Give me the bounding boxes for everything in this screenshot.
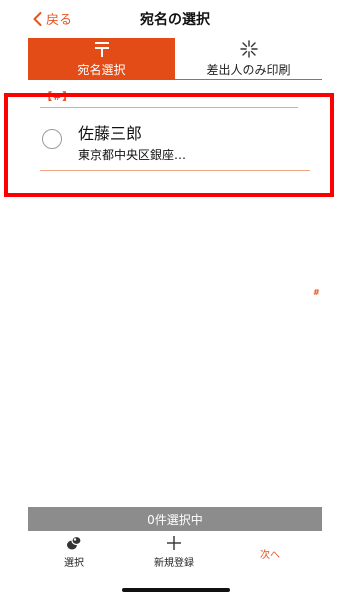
- recipient-name: 佐藤三郎: [78, 124, 143, 143]
- next-button[interactable]: 次へ: [260, 546, 280, 561]
- selection-count-bar: 0件選択中: [28, 507, 322, 531]
- section-index-label: 【#】: [42, 92, 74, 103]
- tab-bar: 宛名選択 差出人のみ印刷: [28, 38, 322, 80]
- select-icon: [65, 534, 83, 552]
- navigation-bar: 戻る 宛名の選択: [0, 0, 350, 38]
- plus-icon: [166, 534, 182, 552]
- bottom-toolbar: 選択 新規登録 次へ: [28, 532, 322, 572]
- tab-sender-only-print[interactable]: 差出人のみ印刷: [175, 38, 322, 80]
- sparkle-icon: [239, 39, 259, 58]
- new-registration-label: 新規登録: [154, 558, 194, 569]
- recipient-address: 東京都中央区銀座…: [78, 148, 187, 162]
- select-button[interactable]: 選択: [64, 534, 84, 569]
- selection-count-label: 0件選択中: [147, 512, 203, 527]
- tab-label: 宛名選択: [77, 63, 126, 77]
- page-title: 宛名の選択: [140, 12, 210, 28]
- select-label: 選択: [64, 558, 84, 569]
- new-registration-button[interactable]: 新規登録: [154, 534, 194, 569]
- postal-mark-icon: [93, 40, 111, 58]
- index-scrubber-item[interactable]: #: [313, 288, 320, 297]
- tab-address-select[interactable]: 宛名選択: [28, 38, 175, 80]
- divider: [40, 107, 298, 108]
- address-selection-screen: 戻る 宛名の選択 宛名選択 差出人のみ印刷 【#】 佐藤三郎 東京都中央区銀座……: [0, 0, 350, 600]
- divider: [40, 170, 310, 171]
- radio-button[interactable]: [42, 129, 62, 149]
- next-label: 次へ: [260, 550, 280, 561]
- home-indicator[interactable]: [122, 588, 230, 592]
- list-item[interactable]: 佐藤三郎 東京都中央区銀座…: [40, 110, 310, 170]
- tab-label: 差出人のみ印刷: [206, 62, 291, 77]
